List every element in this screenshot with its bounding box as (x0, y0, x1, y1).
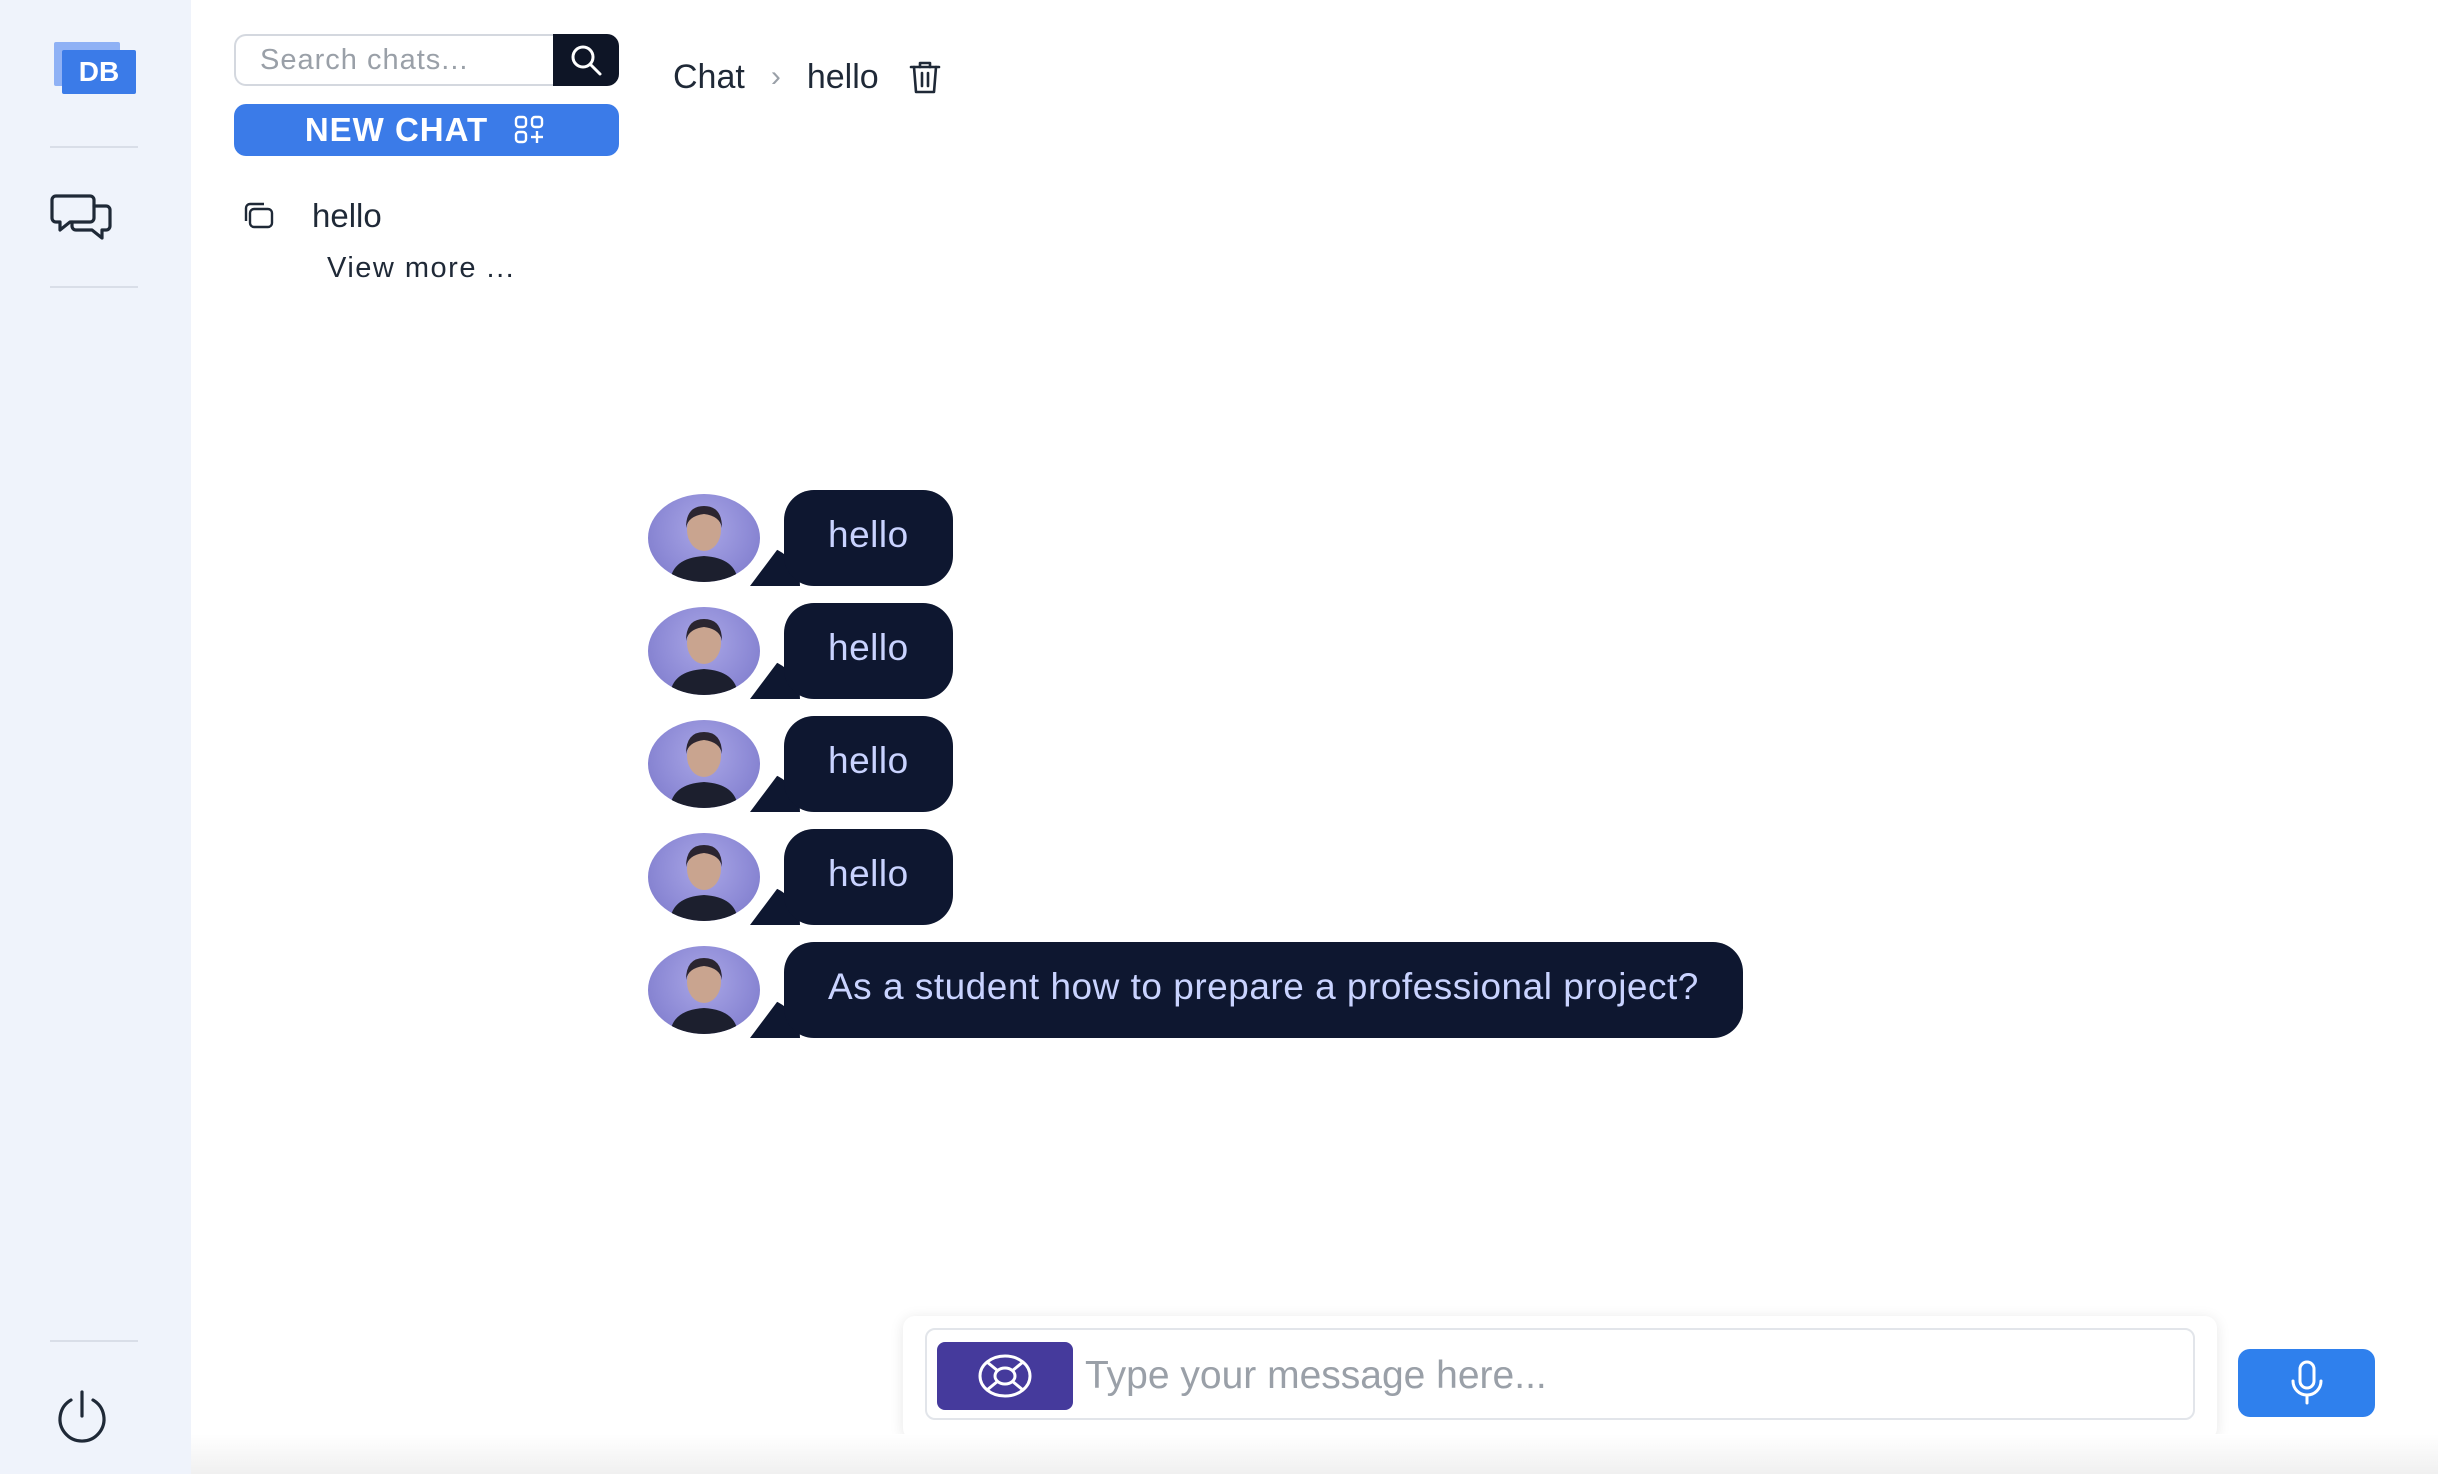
message-text: As a student how to prepare a profession… (784, 942, 1743, 1038)
copy-icon (244, 202, 274, 229)
bottom-fade (191, 1434, 2438, 1474)
message-text: hello (784, 829, 953, 925)
grid-plus-icon (514, 115, 544, 144)
chevron-right-icon: › (770, 60, 781, 93)
search-box (234, 34, 554, 86)
avatar (648, 720, 760, 808)
message-bubble: hello (750, 716, 953, 812)
new-chat-label: NEW CHAT (304, 111, 489, 148)
avatar (648, 946, 760, 1034)
message-row: hello (648, 603, 953, 699)
rail-divider (50, 286, 138, 288)
message-bubble: hello (750, 603, 953, 699)
avatar (648, 494, 760, 582)
microphone-button[interactable] (2238, 1349, 2375, 1417)
rail-divider (50, 1340, 138, 1342)
message-bubble: hello (750, 829, 953, 925)
breadcrumb-current: hello (806, 57, 879, 96)
breadcrumb-root[interactable]: Chat (673, 58, 745, 97)
icon-rail: DB (0, 0, 191, 1474)
new-chat-button[interactable]: NEW CHAT (234, 104, 619, 156)
message-row: hello (648, 716, 953, 812)
message-row: hello (648, 829, 953, 925)
composer-field (925, 1328, 2195, 1420)
breadcrumb: Chat › hello (673, 52, 941, 102)
search-input[interactable] (236, 36, 552, 84)
search-button[interactable] (553, 34, 619, 86)
message-input[interactable] (1083, 1340, 2177, 1412)
message-row: hello (648, 490, 953, 586)
power-icon[interactable] (52, 1386, 112, 1446)
chat-list-item[interactable]: hello (240, 192, 620, 240)
lifebuoy-icon (978, 1354, 1032, 1398)
chat-bubbles-icon[interactable] (50, 190, 112, 244)
message-text: hello (784, 716, 953, 812)
message-text: hello (784, 490, 953, 586)
attach-button[interactable] (937, 1342, 1073, 1410)
message-bubble: hello (750, 490, 953, 586)
message-composer (903, 1316, 2217, 1440)
message-row: As a student how to prepare a profession… (648, 942, 1743, 1038)
logo-icon[interactable]: DB (54, 42, 136, 94)
message-text: hello (784, 603, 953, 699)
avatar (648, 833, 760, 921)
trash-icon[interactable] (909, 59, 941, 95)
avatar (648, 607, 760, 695)
message-bubble: As a student how to prepare a profession… (750, 942, 1743, 1038)
search-icon (571, 45, 602, 76)
chat-list-item-label: hello (312, 197, 382, 234)
microphone-icon (2291, 1360, 2322, 1405)
rail-divider (50, 146, 138, 148)
view-more-link[interactable]: View more ... (327, 252, 515, 285)
logo-text: DB (62, 50, 136, 94)
